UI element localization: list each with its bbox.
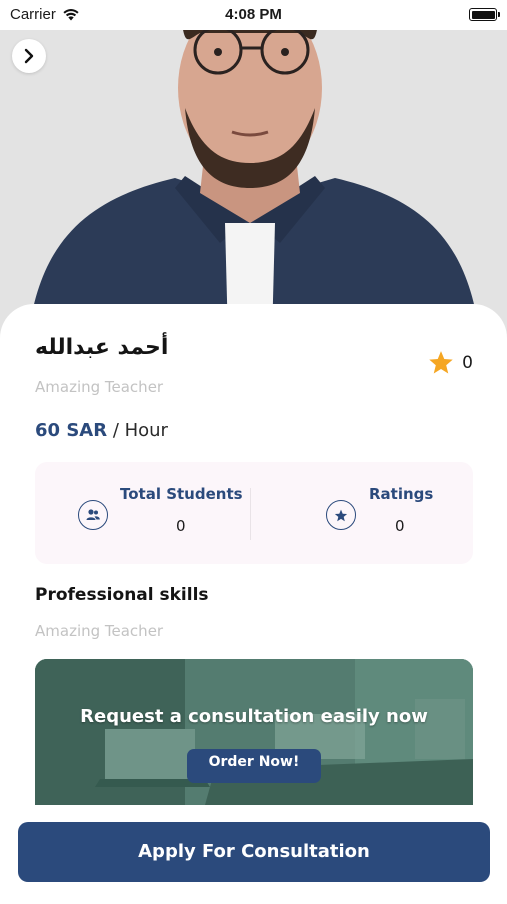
price-unit: / Hour xyxy=(112,420,168,441)
rating-value: 0 xyxy=(462,352,473,373)
rating-summary: 0 xyxy=(428,350,473,375)
total-students-label: Total Students xyxy=(120,485,243,503)
battery-icon xyxy=(469,8,500,21)
chevron-right-icon xyxy=(24,48,34,64)
total-students-value: 0 xyxy=(176,517,186,535)
order-now-button[interactable]: Order Now! xyxy=(187,749,321,783)
skills-heading: Professional skills xyxy=(35,585,209,605)
back-button[interactable] xyxy=(12,39,46,73)
ratings-label: Ratings xyxy=(369,485,434,503)
users-icon xyxy=(78,500,108,530)
skills-text: Amazing Teacher xyxy=(35,622,164,640)
stats-divider xyxy=(250,488,251,540)
star-icon xyxy=(429,351,453,374)
apply-consultation-button[interactable]: Apply For Consultation xyxy=(18,822,490,882)
teacher-title: Amazing Teacher xyxy=(35,378,164,396)
status-bar: Carrier 4:08 PM xyxy=(0,0,507,30)
ratings-value: 0 xyxy=(395,517,405,535)
clock: 4:08 PM xyxy=(225,6,282,23)
price-row: 60 SAR / Hour xyxy=(35,420,168,441)
consultation-banner[interactable]: Request a consultation easily now Order … xyxy=(35,659,473,805)
star-circle-icon xyxy=(326,500,356,530)
price: 60 SAR xyxy=(35,420,108,441)
teacher-photo xyxy=(0,28,507,338)
banner-title: Request a consultation easily now xyxy=(80,706,428,727)
teacher-name: أحمد عبدالله xyxy=(35,335,169,360)
banner-photo xyxy=(35,659,473,805)
